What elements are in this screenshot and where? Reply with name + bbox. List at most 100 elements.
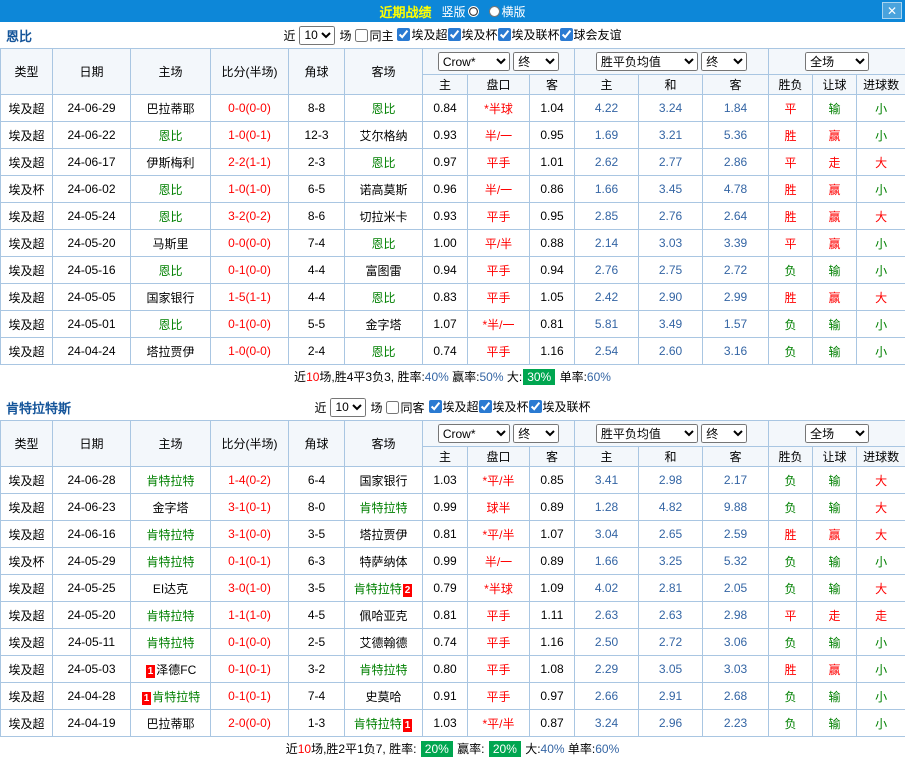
corner-cell: 4-4 — [289, 284, 345, 311]
league-checkbox[interactable] — [479, 400, 492, 413]
corner-cell: 7-4 — [289, 230, 345, 257]
corner-cell: 4-4 — [289, 257, 345, 284]
home-team-cell: 肯特拉特 — [131, 521, 211, 548]
full-match-select[interactable]: 全场 — [805, 424, 869, 443]
matches-tbody: 埃及超24-06-29巴拉蒂耶0-0(0-0)8-8恩比0.84*半球1.044… — [1, 95, 905, 365]
league-filter[interactable]: 埃及超 — [429, 398, 479, 415]
win-odds-cell: 2.29 — [575, 656, 639, 683]
draw-odds-cell: 3.49 — [639, 311, 703, 338]
date-cell: 24-06-23 — [53, 494, 131, 521]
away-team-cell: 特萨纳体 — [345, 548, 423, 575]
layout-horizontal-radio[interactable]: 横版 — [489, 3, 526, 20]
same-venue-checkbox[interactable] — [355, 29, 368, 42]
handicap-cell: 球半 — [468, 494, 530, 521]
draw-odds-cell: 2.91 — [639, 683, 703, 710]
date-cell: 24-04-19 — [53, 710, 131, 737]
away-team-cell: 金字塔 — [345, 311, 423, 338]
league-filter[interactable]: 埃及联杯 — [529, 398, 591, 415]
league-filter[interactable]: 埃及联杯 — [498, 26, 560, 43]
handicap-cell: 半/一 — [468, 176, 530, 203]
league-filter[interactable]: 埃及超 — [397, 26, 447, 43]
corner-cell: 7-4 — [289, 683, 345, 710]
league-cell: 埃及超 — [1, 149, 53, 176]
league-checkbox[interactable] — [397, 28, 410, 41]
match-row: 埃及超24-05-01恩比0-1(0-0)5-5金字塔1.07*半/一0.815… — [1, 311, 905, 338]
corner-cell: 3-5 — [289, 575, 345, 602]
full-match-select[interactable]: 全场 — [805, 52, 869, 71]
same-venue-checkbox[interactable] — [386, 401, 399, 414]
handicap-result-cell: 赢 — [813, 122, 857, 149]
away-odds-cell: 0.89 — [530, 548, 575, 575]
avg-odds-select[interactable]: 胜平负均值 — [596, 424, 698, 443]
home-odds-cell: 0.93 — [423, 122, 468, 149]
avg-odds-select[interactable]: 胜平负均值 — [596, 52, 698, 71]
handicap-result-cell: 输 — [813, 494, 857, 521]
home-team-cell: 恩比 — [131, 311, 211, 338]
league-filter[interactable]: 埃及杯 — [479, 398, 529, 415]
result-cell: 平 — [769, 230, 813, 257]
result-cell: 平 — [769, 149, 813, 176]
league-cell: 埃及超 — [1, 521, 53, 548]
bookmaker-select[interactable]: Crow* — [438, 52, 510, 71]
odds-final-select[interactable]: 终 — [701, 52, 747, 71]
home-team-cell: 恩比 — [131, 203, 211, 230]
league-checkbox[interactable] — [429, 400, 442, 413]
win-odds-cell: 1.28 — [575, 494, 639, 521]
league-checkbox[interactable] — [498, 28, 511, 41]
home-odds-cell: 0.94 — [423, 257, 468, 284]
handicap-final-select[interactable]: 终 — [513, 52, 559, 71]
handicap-final-select[interactable]: 终 — [513, 424, 559, 443]
handicap-cell: *平/半 — [468, 467, 530, 494]
win-odds-cell: 2.63 — [575, 602, 639, 629]
team-text: 佩哈亚克 — [359, 609, 407, 623]
corner-cell: 8-0 — [289, 494, 345, 521]
league-filter[interactable]: 球会友谊 — [560, 26, 622, 43]
handicap-cell: 平手 — [468, 284, 530, 311]
recent-count-select[interactable]: 10 — [299, 26, 335, 45]
team-text: 塔拉贾伊 — [146, 345, 194, 359]
match-row: 埃及超24-05-20肯特拉特1-1(1-0)4-5佩哈亚克0.81平手1.11… — [1, 602, 905, 629]
vertical-radio-input[interactable] — [468, 6, 479, 17]
same-venue-filter[interactable]: 同客 — [386, 399, 424, 416]
away-odds-cell: 0.88 — [530, 230, 575, 257]
odds-final-select[interactable]: 终 — [701, 424, 747, 443]
win-odds-cell: 1.66 — [575, 548, 639, 575]
home-team-cell: 马斯里 — [131, 230, 211, 257]
col-corner: 角球 — [289, 421, 345, 467]
team-text: 巴拉蒂耶 — [146, 102, 194, 116]
away-odds-cell: 0.95 — [530, 122, 575, 149]
layout-vertical-radio[interactable]: 竖版 — [441, 3, 478, 20]
bookmaker-select[interactable]: Crow* — [438, 424, 510, 443]
corner-cell: 8-6 — [289, 203, 345, 230]
draw-odds-cell: 2.63 — [639, 602, 703, 629]
titlebar: 近期战绩 竖版 横版 ✕ — [0, 0, 905, 22]
recent-count-select[interactable]: 10 — [330, 398, 366, 417]
league-checkbox[interactable] — [448, 28, 461, 41]
same-venue-filter[interactable]: 同主 — [355, 27, 393, 44]
league-checkbox[interactable] — [560, 28, 573, 41]
away-odds-cell: 1.04 — [530, 95, 575, 122]
match-row: 埃及超24-05-031泽德FC0-1(0-1)3-2肯特拉特0.80平手1.0… — [1, 656, 905, 683]
team-text: 马斯里 — [152, 237, 188, 251]
league-checkbox[interactable] — [529, 400, 542, 413]
match-row: 埃及超24-05-25EI达克3-0(1-0)3-5肯特拉特20.79*半球1.… — [1, 575, 905, 602]
close-button[interactable]: ✕ — [882, 2, 902, 19]
win-odds-cell: 5.81 — [575, 311, 639, 338]
col-lose: 客 — [703, 447, 769, 467]
handicap-group-header: Crow* 终 — [423, 49, 575, 75]
date-cell: 24-05-25 — [53, 575, 131, 602]
team-text: 恩比 — [158, 183, 182, 197]
win-odds-cell: 2.50 — [575, 629, 639, 656]
away-team-cell: 恩比 — [345, 230, 423, 257]
red-card-badge: 1 — [146, 665, 156, 678]
summary-text: 赢率: — [449, 370, 480, 384]
col-draw: 和 — [639, 447, 703, 467]
draw-odds-cell: 2.98 — [639, 467, 703, 494]
horizontal-radio-input[interactable] — [489, 6, 500, 17]
col-draw: 和 — [639, 75, 703, 95]
lose-odds-cell: 1.84 — [703, 95, 769, 122]
home-team-cell: 国家银行 — [131, 284, 211, 311]
league-filter[interactable]: 埃及杯 — [448, 26, 498, 43]
league-cell: 埃及杯 — [1, 176, 53, 203]
lose-odds-cell: 1.57 — [703, 311, 769, 338]
